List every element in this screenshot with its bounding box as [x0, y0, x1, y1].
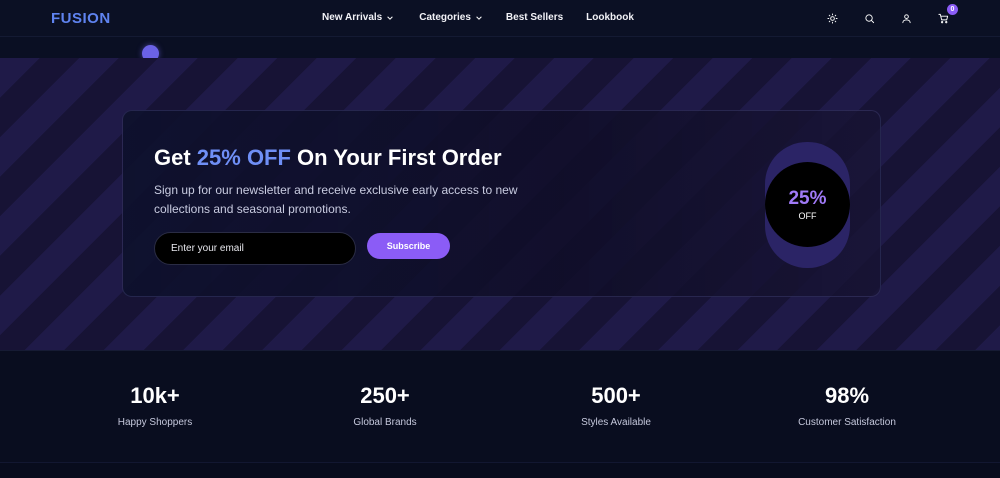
stat-value: 250+: [360, 383, 410, 408]
stat-value: 10k+: [130, 383, 180, 408]
cart-button[interactable]: 0: [936, 4, 958, 25]
stat-value: 500+: [591, 383, 641, 408]
email-input[interactable]: [154, 232, 356, 265]
cart-count-badge: 0: [947, 4, 958, 15]
search-icon: [864, 13, 874, 23]
stat-item: 500+ Styles Available: [516, 383, 716, 428]
nav-item-label: Categories: [419, 12, 471, 23]
stat-item: 250+ Global Brands: [285, 383, 485, 428]
stat-item: 10k+ Happy Shoppers: [55, 383, 255, 428]
stat-value: 98%: [824, 383, 870, 408]
nav-item-lookbook[interactable]: Lookbook: [586, 12, 634, 23]
stat-label: Customer Satisfaction: [798, 417, 896, 428]
stat-label: Styles Available: [581, 417, 651, 428]
chevron-down-icon: [476, 15, 482, 20]
nav-item-categories[interactable]: Categories: [419, 12, 483, 23]
subscribe-button[interactable]: Subscribe: [367, 233, 450, 259]
discount-badge-value: 25%: [788, 187, 827, 209]
user-icon: [901, 13, 911, 23]
nav-item-best-sellers[interactable]: Best Sellers: [506, 12, 563, 23]
nav-item-label: Best Sellers: [505, 12, 564, 23]
newsletter-card: Get 25% OFF On Your First Order Sign up …: [122, 110, 881, 297]
promo-title-prefix: Get: [154, 145, 197, 170]
nav-item-new-arrivals[interactable]: New Arrivals: [322, 12, 394, 23]
nav-actions: 0: [825, 4, 958, 25]
chevron-down-icon: [387, 15, 393, 20]
promo-description: Sign up for our newsletter and receive e…: [154, 183, 518, 216]
main-nav: New Arrivals Categories Best Sellers Loo…: [322, 12, 634, 23]
discount-badge-label: OFF: [798, 210, 817, 221]
stat-item: 98% Customer Satisfaction: [747, 383, 947, 428]
promo-title-suffix: On Your First Order: [290, 145, 502, 170]
theme-toggle-button[interactable]: [825, 11, 839, 25]
cart-icon: [937, 13, 948, 23]
search-button[interactable]: [862, 11, 876, 25]
promo-title-accent: 25% OFF: [196, 145, 291, 170]
promo-title: Get 25% OFF On Your First Order: [154, 145, 502, 171]
nav-item-label: Lookbook: [586, 12, 634, 23]
sun-icon: [826, 12, 838, 24]
newsletter-hero: Get 25% OFF On Your First Order Sign up …: [0, 58, 1000, 350]
stat-label: Global Brands: [353, 417, 417, 428]
discount-badge: 25% OFF: [765, 162, 850, 247]
section-divider: [0, 462, 1000, 478]
stat-label: Happy Shoppers: [117, 417, 193, 428]
stats-section: 10k+ Happy Shoppers 250+ Global Brands 5…: [0, 350, 1000, 462]
brand-logo[interactable]: FUSION: [51, 10, 111, 27]
nav-item-label: New Arrivals: [322, 12, 383, 23]
account-button[interactable]: [899, 11, 913, 25]
navbar: FUSION New Arrivals Categories Best Sell…: [0, 0, 1000, 37]
